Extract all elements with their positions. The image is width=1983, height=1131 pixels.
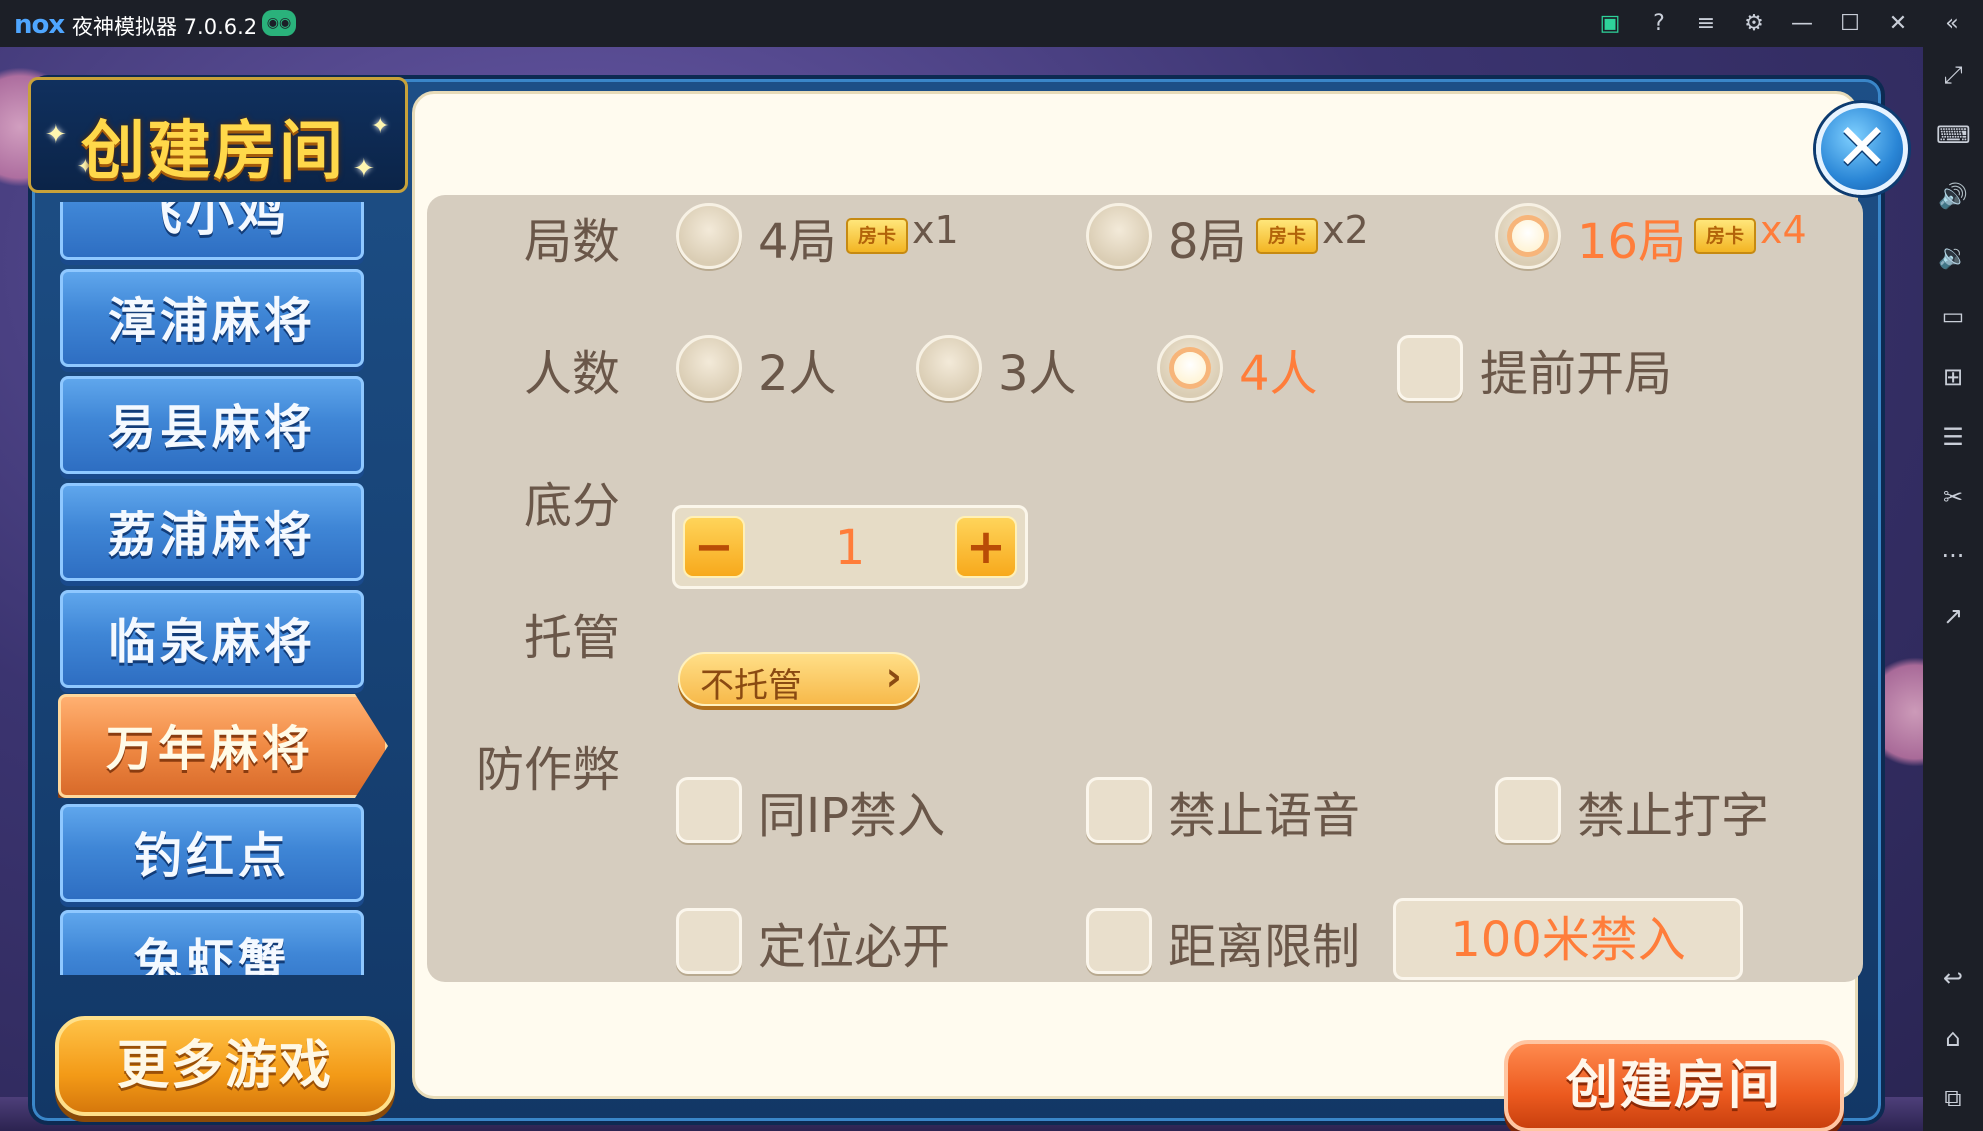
- maximize-button[interactable]: ☐: [1834, 8, 1866, 40]
- no-typing-checkbox[interactable]: [1495, 777, 1561, 843]
- close-dialog-button[interactable]: ✕: [1816, 103, 1908, 195]
- game-item-label: 临泉麻将: [107, 614, 316, 670]
- title-plate: ✦ ✦ ✦ ✦ 创建房间: [28, 77, 408, 193]
- game-item-linquan-mahjong[interactable]: 临泉麻将: [60, 590, 364, 688]
- options-panel: [427, 195, 1863, 982]
- game-item-wannian-mahjong[interactable]: 万年麻将: [58, 694, 388, 798]
- share-icon[interactable]: ↗: [1936, 599, 1970, 633]
- distance-limit-text: 距离限制: [1168, 919, 1361, 975]
- game-item-label: 钓红点: [133, 828, 290, 884]
- collapse-sidebar-icon[interactable]: «: [1936, 8, 1968, 40]
- close-icon: ✕: [1835, 111, 1889, 185]
- rounds-8-radio[interactable]: [1086, 203, 1152, 269]
- room-card-icon: 房卡: [1256, 218, 1318, 254]
- back-icon[interactable]: ↩: [1936, 961, 1970, 995]
- same-ip-ban-text: 同IP禁入: [758, 788, 946, 844]
- emulator-titlebar: nox 夜神模拟器 7.0.6.2 ◉◉ ▣ ? ≡ ⚙ — ☐ ✕ «: [0, 0, 1983, 47]
- nox-logo: nox: [14, 10, 65, 40]
- multi-instance-icon[interactable]: ☰: [1936, 420, 1970, 454]
- menu-icon[interactable]: ≡: [1690, 8, 1722, 40]
- cost-multiplier: x2: [1322, 208, 1369, 252]
- players-3-radio[interactable]: [916, 335, 982, 401]
- early-start-checkbox[interactable]: [1397, 335, 1463, 401]
- fullscreen-icon[interactable]: ⤢: [1936, 58, 1970, 92]
- game-item-yixian-mahjong[interactable]: 易县麻将: [60, 376, 364, 474]
- star-icon: ✦: [371, 114, 390, 139]
- same-ip-ban-checkbox[interactable]: [676, 777, 742, 843]
- players-3-text: 3人: [998, 346, 1077, 402]
- keyboard-icon[interactable]: ⌨: [1936, 118, 1971, 152]
- room-card-icon: 房卡: [846, 218, 908, 254]
- game-item-feixiaoji[interactable]: 飞小鸡: [60, 202, 364, 260]
- settings-icon[interactable]: ⚙: [1738, 8, 1770, 40]
- game-menu-list[interactable]: 飞小鸡 漳浦麻将 易县麻将 荔浦麻将 临泉麻将 万年麻将 钓红点 兔虾蟹: [58, 202, 398, 975]
- game-item-label: 万年麻将: [106, 721, 315, 777]
- game-item-tuxiaxie[interactable]: 兔虾蟹: [60, 910, 364, 975]
- create-room-button[interactable]: 创建房间: [1504, 1040, 1844, 1131]
- distance-limit-field[interactable]: 100米禁入: [1393, 898, 1743, 980]
- distance-limit-checkbox[interactable]: [1086, 908, 1152, 974]
- rounds-16-text: 16局: [1577, 214, 1687, 270]
- star-icon: ✦: [353, 154, 375, 184]
- screen-icon[interactable]: ▭: [1936, 299, 1970, 333]
- players-4-text: 4人: [1239, 346, 1318, 402]
- no-typing-text: 禁止打字: [1577, 788, 1770, 844]
- no-voice-checkbox[interactable]: [1086, 777, 1152, 843]
- hosting-select[interactable]: 不托管 ›: [678, 652, 920, 706]
- chevron-right-icon: ›: [885, 654, 902, 700]
- players-label: 人数: [523, 346, 620, 402]
- rounds-16-radio[interactable]: [1495, 203, 1561, 269]
- players-2-radio[interactable]: [676, 335, 742, 401]
- base-score-label: 底分: [523, 478, 620, 534]
- star-icon: ✦: [45, 120, 67, 150]
- rounds-8-text: 8局: [1168, 214, 1247, 270]
- decrease-button[interactable]: −: [683, 516, 745, 578]
- recent-apps-icon[interactable]: ⧉: [1936, 1081, 1970, 1115]
- anti-cheat-label: 防作弊: [475, 742, 620, 798]
- window-title: 夜神模拟器 7.0.6.2: [72, 15, 258, 39]
- hosting-label: 托管: [523, 610, 620, 666]
- increase-button[interactable]: +: [955, 516, 1017, 578]
- players-4-radio[interactable]: [1157, 335, 1223, 401]
- create-room-label: 创建房间: [1565, 1056, 1782, 1116]
- close-window-button[interactable]: ✕: [1882, 8, 1914, 40]
- game-item-zhangpu-mahjong[interactable]: 漳浦麻将: [60, 269, 364, 367]
- cost-multiplier: x1: [912, 208, 959, 252]
- game-item-diaohongdian[interactable]: 钓红点: [60, 804, 364, 902]
- early-start-text: 提前开局: [1480, 346, 1673, 402]
- help-icon[interactable]: ?: [1643, 8, 1675, 40]
- minimize-button[interactable]: —: [1786, 8, 1818, 40]
- rounds-4-text: 4局: [758, 214, 837, 270]
- screenshot-scissors-icon[interactable]: ✂: [1936, 480, 1970, 514]
- rounds-label: 局数: [523, 214, 620, 270]
- emulator-sidebar: ⤢ ⌨ 🔊 🔉 ▭ ⊞ ☰ ✂ ··· ↗ ↩ ⌂ ⧉: [1923, 47, 1983, 1131]
- more-icon[interactable]: ···: [1936, 539, 1970, 573]
- room-card-icon: 房卡: [1694, 218, 1756, 254]
- home-icon[interactable]: ⌂: [1936, 1021, 1970, 1055]
- game-item-label: 易县麻将: [107, 400, 316, 456]
- dialog-title: 创建房间: [81, 115, 345, 189]
- app-store-icon[interactable]: ▣: [1594, 8, 1626, 40]
- more-games-button[interactable]: 更多游戏: [55, 1016, 395, 1116]
- game-item-label: 兔虾蟹: [133, 934, 290, 975]
- volume-up-icon[interactable]: 🔊: [1936, 179, 1970, 213]
- game-item-label: 荔浦麻将: [107, 507, 316, 563]
- no-voice-text: 禁止语音: [1168, 788, 1361, 844]
- game-item-label: 漳浦麻将: [107, 293, 316, 349]
- location-required-checkbox[interactable]: [676, 908, 742, 974]
- rounds-4-radio[interactable]: [676, 203, 742, 269]
- volume-down-icon[interactable]: 🔉: [1936, 239, 1970, 273]
- players-2-text: 2人: [758, 346, 837, 402]
- game-item-lipu-mahjong[interactable]: 荔浦麻将: [60, 483, 364, 581]
- distance-limit-value: 100米禁入: [1450, 912, 1686, 968]
- game-viewport: ✦ ✦ ✦ ✦ 创建房间 飞小鸡 漳浦麻将 易县麻将 荔浦麻将 临泉麻将 万年麻…: [0, 47, 1923, 1131]
- location-required-text: 定位必开: [758, 919, 951, 975]
- more-games-label: 更多游戏: [116, 1036, 333, 1096]
- hosting-value: 不托管: [700, 666, 802, 706]
- cost-multiplier: x4: [1760, 208, 1807, 252]
- gamepad-icon[interactable]: ◉◉: [262, 10, 296, 36]
- base-score-stepper: 1 − +: [672, 505, 1028, 589]
- apk-install-icon[interactable]: ⊞: [1936, 360, 1970, 394]
- game-item-label: 飞小鸡: [133, 202, 290, 242]
